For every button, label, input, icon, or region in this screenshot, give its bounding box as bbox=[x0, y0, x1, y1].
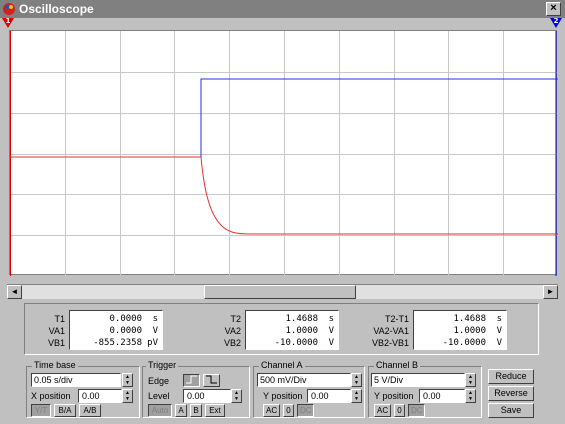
readout-label: VA1 bbox=[48, 326, 65, 336]
readout-unit: s bbox=[328, 314, 334, 324]
oscilloscope-app-icon bbox=[3, 3, 15, 15]
close-button[interactable]: × bbox=[546, 2, 561, 16]
cursor-t1-label: 1 bbox=[5, 17, 11, 25]
channel-a-scale-spinner[interactable]: ▲ ▼ bbox=[351, 373, 362, 387]
readout-value: 1.4688 bbox=[453, 314, 486, 324]
scope-grid bbox=[10, 31, 558, 276]
trigger-title: Trigger bbox=[146, 360, 179, 370]
cursor-t2-marker[interactable]: 2 bbox=[550, 17, 562, 29]
readout-box: 1.4688 s 1.0000 V -10.0000 V bbox=[245, 310, 339, 350]
channel-b-scale-spinner[interactable]: ▲ ▼ bbox=[465, 373, 476, 387]
readout-value: 0.0000 bbox=[109, 326, 142, 336]
readout-label: VA2-VA1 bbox=[373, 326, 409, 336]
readout-unit: s bbox=[496, 314, 502, 324]
trigger-level-spinner[interactable]: ▲ ▼ bbox=[231, 389, 242, 403]
readout-label: VB2 bbox=[223, 338, 241, 348]
reduce-button[interactable]: Reduce bbox=[488, 369, 534, 384]
channel-b-zero-button[interactable]: 0 bbox=[394, 404, 405, 417]
xposition-spinner[interactable]: ▲ ▼ bbox=[122, 389, 133, 403]
xposition-label: X position bbox=[31, 391, 71, 401]
readout-label: T1 bbox=[54, 314, 65, 324]
horizontal-scrollbar[interactable]: ◄ ► bbox=[7, 284, 558, 299]
rising-edge-icon bbox=[186, 375, 197, 384]
channel-a-ypos-field[interactable]: 0.00 bbox=[307, 389, 351, 403]
readout-unit: V bbox=[152, 326, 158, 336]
cursor-marker-bar: 1 2 bbox=[0, 17, 565, 30]
readout-unit: V bbox=[496, 326, 502, 336]
scroll-left-button[interactable]: ◄ bbox=[7, 285, 22, 299]
title-bar: Oscilloscope × bbox=[0, 0, 565, 18]
ba-mode-button[interactable]: B/A bbox=[54, 404, 76, 417]
yt-mode-button[interactable]: Y/T bbox=[31, 404, 51, 417]
channel-a-zero-button[interactable]: 0 bbox=[283, 404, 294, 417]
channel-a-ypos-spinner[interactable]: ▲ ▼ bbox=[351, 389, 362, 403]
readout-unit: V bbox=[328, 338, 334, 348]
scope-graph bbox=[10, 31, 558, 276]
readout-value: 0.0000 bbox=[109, 314, 142, 324]
channel-b-ac-button[interactable]: AC bbox=[374, 404, 391, 417]
channel-b-scale-field[interactable]: 5 V/Div bbox=[371, 373, 465, 387]
falling-edge-button[interactable] bbox=[203, 374, 220, 387]
readout-unit: pV bbox=[147, 338, 158, 348]
xposition-field[interactable]: 0.00 bbox=[78, 389, 122, 403]
trigger-ext-button[interactable]: Ext bbox=[205, 404, 225, 417]
cursor-t2-label: 2 bbox=[553, 17, 559, 25]
trigger-level-field[interactable]: 0.00 bbox=[183, 389, 231, 403]
channel-a-ypos-label: Y position bbox=[263, 391, 303, 401]
trigger-a-button[interactable]: A bbox=[175, 404, 187, 417]
trigger-b-button[interactable]: B bbox=[190, 404, 202, 417]
channel-a-dc-button[interactable]: DC bbox=[297, 404, 314, 417]
scroll-thumb[interactable] bbox=[204, 285, 356, 299]
readout-value: -10.0000 bbox=[442, 338, 486, 348]
readout-label: VB1 bbox=[47, 338, 65, 348]
timebase-scale-spinner[interactable]: ▲ ▼ bbox=[122, 373, 133, 387]
channel-b-ypos-spinner[interactable]: ▲ ▼ bbox=[465, 389, 476, 403]
readout-label: VB2-VB1 bbox=[371, 338, 409, 348]
readout-label: T2-T1 bbox=[384, 314, 409, 324]
readout-label: T2 bbox=[230, 314, 241, 324]
channel-a-ac-button[interactable]: AC bbox=[263, 404, 280, 417]
readout-value: -10.0000 bbox=[274, 338, 318, 348]
trigger-auto-button[interactable]: Auto bbox=[148, 404, 172, 417]
channel-a-scale-field[interactable]: 500 mV/Div bbox=[257, 373, 351, 387]
edge-label: Edge bbox=[148, 376, 170, 386]
reverse-button[interactable]: Reverse bbox=[488, 386, 534, 401]
readout-box: 0.0000 s 0.0000 V -855.2358 pV bbox=[69, 310, 163, 350]
readout-box: 1.4688 s 1.0000 V -10.0000 V bbox=[413, 310, 507, 350]
scope-display bbox=[9, 30, 558, 276]
readout-label: VA2 bbox=[224, 326, 241, 336]
readout-value: 1.4688 bbox=[285, 314, 318, 324]
readout-unit: V bbox=[328, 326, 334, 336]
falling-edge-icon bbox=[206, 375, 217, 384]
channel-b-dc-button[interactable]: DC bbox=[408, 404, 425, 417]
readout-value: 1.0000 bbox=[453, 326, 486, 336]
save-button[interactable]: Save bbox=[488, 403, 534, 418]
channel-b-ypos-label: Y position bbox=[374, 391, 414, 401]
window-title: Oscilloscope bbox=[19, 2, 94, 16]
scroll-right-button[interactable]: ► bbox=[543, 285, 558, 299]
cursor-t1-marker[interactable]: 1 bbox=[2, 17, 14, 29]
ab-mode-button[interactable]: A/B bbox=[79, 404, 101, 417]
readout-unit: s bbox=[152, 314, 158, 324]
timebase-scale-field[interactable]: 0.05 s/div bbox=[31, 373, 121, 387]
channel-b-ypos-field[interactable]: 0.00 bbox=[419, 389, 465, 403]
channel-a-title: Channel A bbox=[259, 360, 305, 370]
cursor-readout-panel: T1 VA1 VB1 0.0000 s 0.0000 V -855.2358 pV T… bbox=[24, 303, 539, 355]
timebase-title: Time base bbox=[32, 360, 78, 370]
readout-value: 1.0000 bbox=[285, 326, 318, 336]
rising-edge-button[interactable] bbox=[183, 374, 200, 387]
readout-value: -855.2358 bbox=[93, 338, 142, 348]
readout-unit: V bbox=[496, 338, 502, 348]
level-label: Level bbox=[148, 391, 170, 401]
channel-b-title: Channel B bbox=[374, 360, 421, 370]
